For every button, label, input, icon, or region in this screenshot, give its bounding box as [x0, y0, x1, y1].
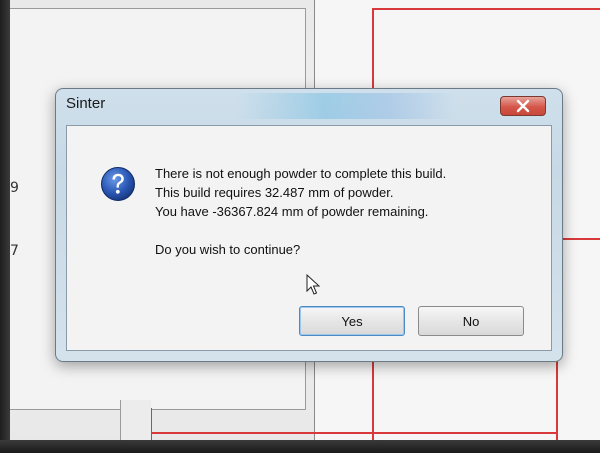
no-button[interactable]: No — [418, 306, 524, 336]
question-text: Do you wish to continue? — [155, 242, 301, 257]
message-line: This build requires 32.487 mm of powder. — [155, 185, 394, 200]
red-outline — [372, 8, 600, 10]
question-icon — [101, 167, 135, 201]
message-line: There is not enough powder to complete t… — [155, 166, 447, 181]
dialog-title: Sinter — [66, 95, 106, 112]
background-panel — [120, 400, 151, 440]
message-dialog: Sinter There is not enough powder to com… — [55, 88, 563, 362]
close-icon — [516, 99, 530, 113]
message-line: You have -36367.824 mm of powder remaini… — [155, 204, 429, 219]
close-button[interactable] — [500, 96, 546, 116]
yes-button[interactable]: Yes — [299, 306, 405, 336]
mouse-cursor-icon — [306, 274, 320, 295]
monitor-bezel — [0, 0, 10, 453]
side-number: 9 — [10, 180, 19, 196]
message-text: There is not enough powder to complete t… — [155, 164, 446, 221]
red-outline — [150, 432, 556, 434]
titlebar-glow — [236, 93, 456, 119]
monitor-bezel — [0, 440, 600, 453]
dialog-content: There is not enough powder to complete t… — [66, 125, 552, 351]
dialog-titlebar[interactable]: Sinter — [56, 89, 562, 125]
side-number: 7 — [10, 243, 19, 259]
